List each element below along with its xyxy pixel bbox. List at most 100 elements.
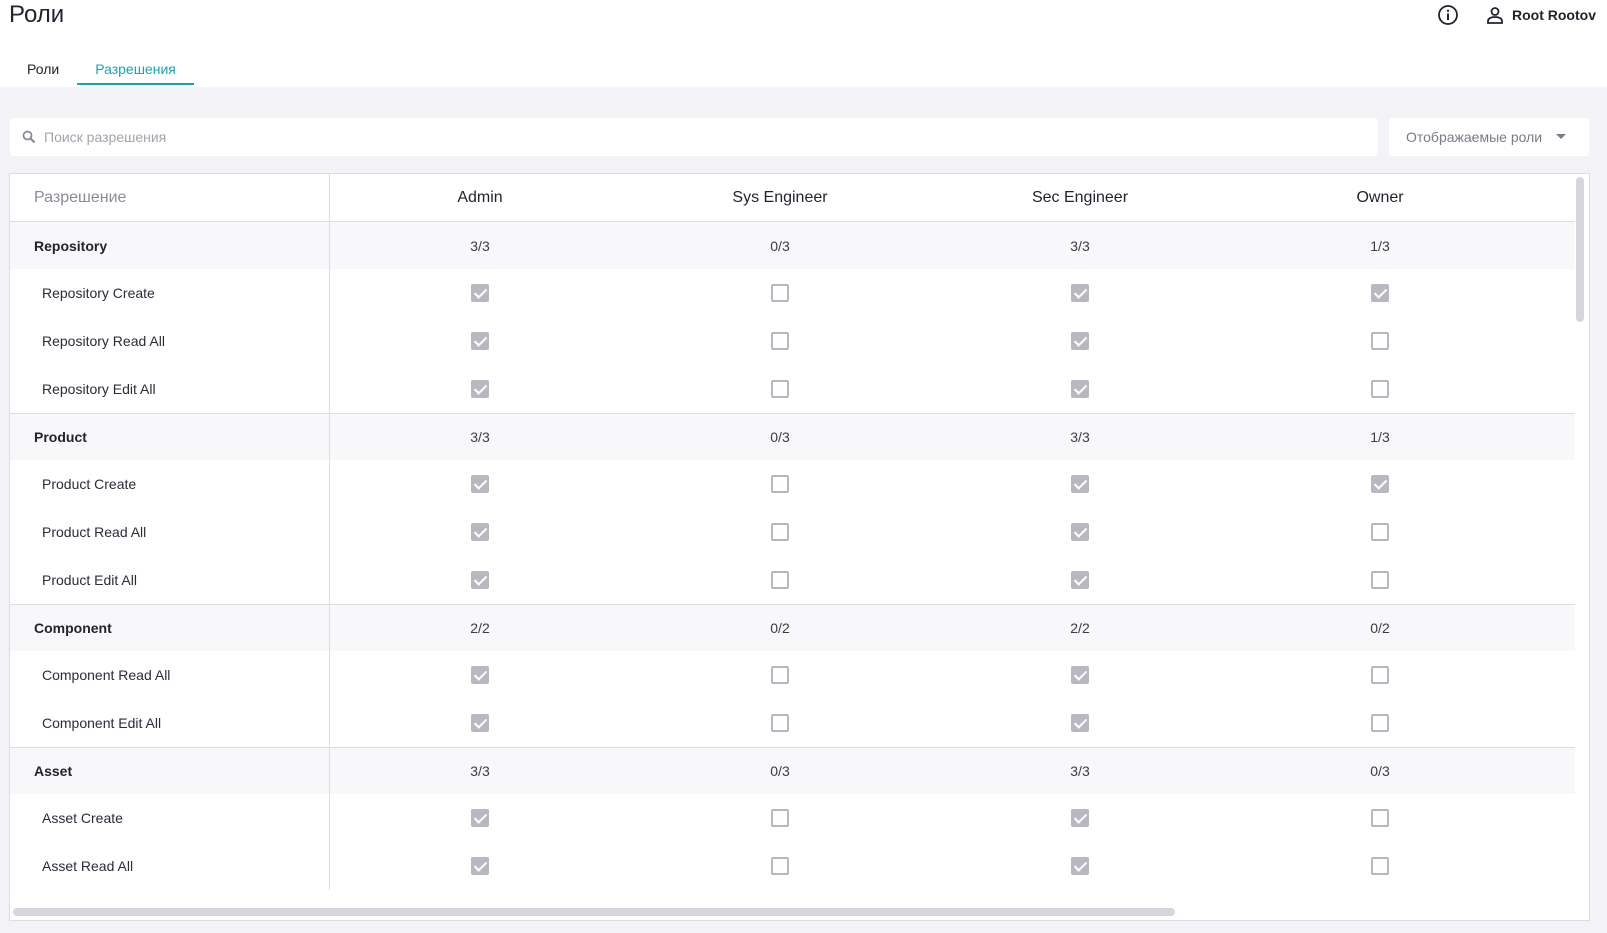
column-header-role[interactable]: Admin bbox=[330, 174, 630, 221]
group-count: 0/2 bbox=[1370, 620, 1390, 636]
group-row[interactable]: Repository 3/3 0/3 3/3 1/3 bbox=[10, 222, 1575, 269]
checkbox-unchecked[interactable] bbox=[771, 809, 789, 827]
checkbox-checked[interactable] bbox=[1071, 571, 1089, 589]
permission-cell bbox=[330, 794, 630, 842]
checkbox-checked[interactable] bbox=[1071, 332, 1089, 350]
checkbox-checked[interactable] bbox=[1071, 666, 1089, 684]
checkbox-checked[interactable] bbox=[1071, 857, 1089, 875]
checkbox-checked[interactable] bbox=[471, 666, 489, 684]
permission-cell bbox=[330, 699, 630, 747]
permission-row: Component Read All bbox=[10, 651, 1575, 699]
checkbox-checked[interactable] bbox=[1371, 475, 1389, 493]
checkbox-checked[interactable] bbox=[1071, 475, 1089, 493]
permission-name: Component Edit All bbox=[10, 699, 330, 747]
column-header-permission: Разрешение bbox=[10, 174, 330, 221]
permission-cell bbox=[1230, 794, 1530, 842]
checkbox-checked[interactable] bbox=[1071, 284, 1089, 302]
displayed-roles-label: Отображаемые роли bbox=[1406, 129, 1543, 145]
vertical-scrollbar[interactable] bbox=[1576, 177, 1584, 322]
checkbox-checked[interactable] bbox=[1371, 284, 1389, 302]
checkbox-checked[interactable] bbox=[471, 857, 489, 875]
checkbox-unchecked[interactable] bbox=[1371, 380, 1389, 398]
permission-cell bbox=[930, 269, 1230, 317]
checkbox-unchecked[interactable] bbox=[1371, 666, 1389, 684]
info-icon[interactable] bbox=[1437, 4, 1459, 26]
search-bar bbox=[10, 118, 1378, 156]
checkbox-unchecked[interactable] bbox=[771, 284, 789, 302]
checkbox-unchecked[interactable] bbox=[771, 475, 789, 493]
permission-cell bbox=[1230, 508, 1530, 556]
checkbox-unchecked[interactable] bbox=[1371, 332, 1389, 350]
top-bar: Роли Root Rootov Роли Разрешения bbox=[0, 0, 1607, 87]
search-input[interactable] bbox=[44, 129, 1344, 145]
table-header-row: Разрешение Admin Sys Engineer Sec Engine… bbox=[10, 174, 1575, 222]
checkbox-unchecked[interactable] bbox=[771, 571, 789, 589]
permission-cell bbox=[330, 317, 630, 365]
checkbox-unchecked[interactable] bbox=[1371, 809, 1389, 827]
checkbox-checked[interactable] bbox=[1071, 714, 1089, 732]
group-count: 1/3 bbox=[1370, 429, 1390, 445]
column-header-role[interactable]: Sec Engineer bbox=[930, 174, 1230, 221]
tab-permissions[interactable]: Разрешения bbox=[77, 57, 194, 87]
permission-cell bbox=[930, 842, 1230, 890]
permission-cell bbox=[1230, 651, 1530, 699]
permission-cell bbox=[630, 460, 930, 508]
checkbox-unchecked[interactable] bbox=[1371, 571, 1389, 589]
checkbox-checked[interactable] bbox=[471, 475, 489, 493]
user-menu-button[interactable]: Root Rootov bbox=[1486, 4, 1596, 26]
checkbox-checked[interactable] bbox=[471, 332, 489, 350]
group-name: Asset bbox=[10, 748, 330, 794]
tabs: Роли Разрешения bbox=[9, 57, 194, 87]
permission-cell bbox=[930, 699, 1230, 747]
permission-cell bbox=[630, 794, 930, 842]
group-count: 2/2 bbox=[470, 620, 490, 636]
checkbox-unchecked[interactable] bbox=[1371, 523, 1389, 541]
checkbox-checked[interactable] bbox=[471, 523, 489, 541]
checkbox-checked[interactable] bbox=[1071, 380, 1089, 398]
group-row[interactable]: Product 3/3 0/3 3/3 1/3 bbox=[10, 413, 1575, 460]
group-count: 2/2 bbox=[1070, 620, 1090, 636]
permission-cell bbox=[930, 651, 1230, 699]
permission-cell bbox=[1230, 317, 1530, 365]
permission-cell bbox=[930, 794, 1230, 842]
displayed-roles-dropdown[interactable]: Отображаемые роли bbox=[1389, 118, 1589, 156]
page-title: Роли bbox=[9, 1, 65, 28]
group-row[interactable]: Component 2/2 0/2 2/2 0/2 bbox=[10, 604, 1575, 651]
group-count: 0/3 bbox=[770, 429, 790, 445]
group-count: 3/3 bbox=[1070, 237, 1090, 254]
checkbox-checked[interactable] bbox=[471, 571, 489, 589]
permission-cell bbox=[930, 317, 1230, 365]
checkbox-checked[interactable] bbox=[1071, 523, 1089, 541]
group-row[interactable]: Asset 3/3 0/3 3/3 0/3 bbox=[10, 747, 1575, 794]
checkbox-checked[interactable] bbox=[471, 284, 489, 302]
column-header-role[interactable]: Owner bbox=[1230, 174, 1530, 221]
permission-cell bbox=[330, 269, 630, 317]
checkbox-unchecked[interactable] bbox=[771, 857, 789, 875]
checkbox-checked[interactable] bbox=[1071, 809, 1089, 827]
permission-cell bbox=[330, 508, 630, 556]
permission-cell bbox=[1230, 842, 1530, 890]
checkbox-unchecked[interactable] bbox=[771, 332, 789, 350]
checkbox-checked[interactable] bbox=[471, 809, 489, 827]
checkbox-unchecked[interactable] bbox=[771, 380, 789, 398]
permission-row: Product Edit All bbox=[10, 556, 1575, 604]
column-header-role[interactable]: Sys Engineer bbox=[630, 174, 930, 221]
checkbox-unchecked[interactable] bbox=[771, 666, 789, 684]
checkbox-unchecked[interactable] bbox=[771, 523, 789, 541]
permission-cell bbox=[630, 317, 930, 365]
permission-cell bbox=[930, 365, 1230, 413]
checkbox-checked[interactable] bbox=[471, 380, 489, 398]
checkbox-unchecked[interactable] bbox=[1371, 714, 1389, 732]
group-count: 3/3 bbox=[1070, 429, 1090, 445]
group-count: 0/2 bbox=[770, 620, 790, 636]
user-icon bbox=[1487, 7, 1503, 24]
permission-cell bbox=[1230, 699, 1530, 747]
checkbox-unchecked[interactable] bbox=[1371, 857, 1389, 875]
horizontal-scrollbar[interactable] bbox=[13, 908, 1175, 916]
permission-cell bbox=[330, 651, 630, 699]
checkbox-checked[interactable] bbox=[471, 714, 489, 732]
permission-row: Asset Read All bbox=[10, 842, 1575, 890]
permission-name: Product Edit All bbox=[10, 556, 330, 604]
checkbox-unchecked[interactable] bbox=[771, 714, 789, 732]
tab-roles[interactable]: Роли bbox=[9, 57, 77, 87]
